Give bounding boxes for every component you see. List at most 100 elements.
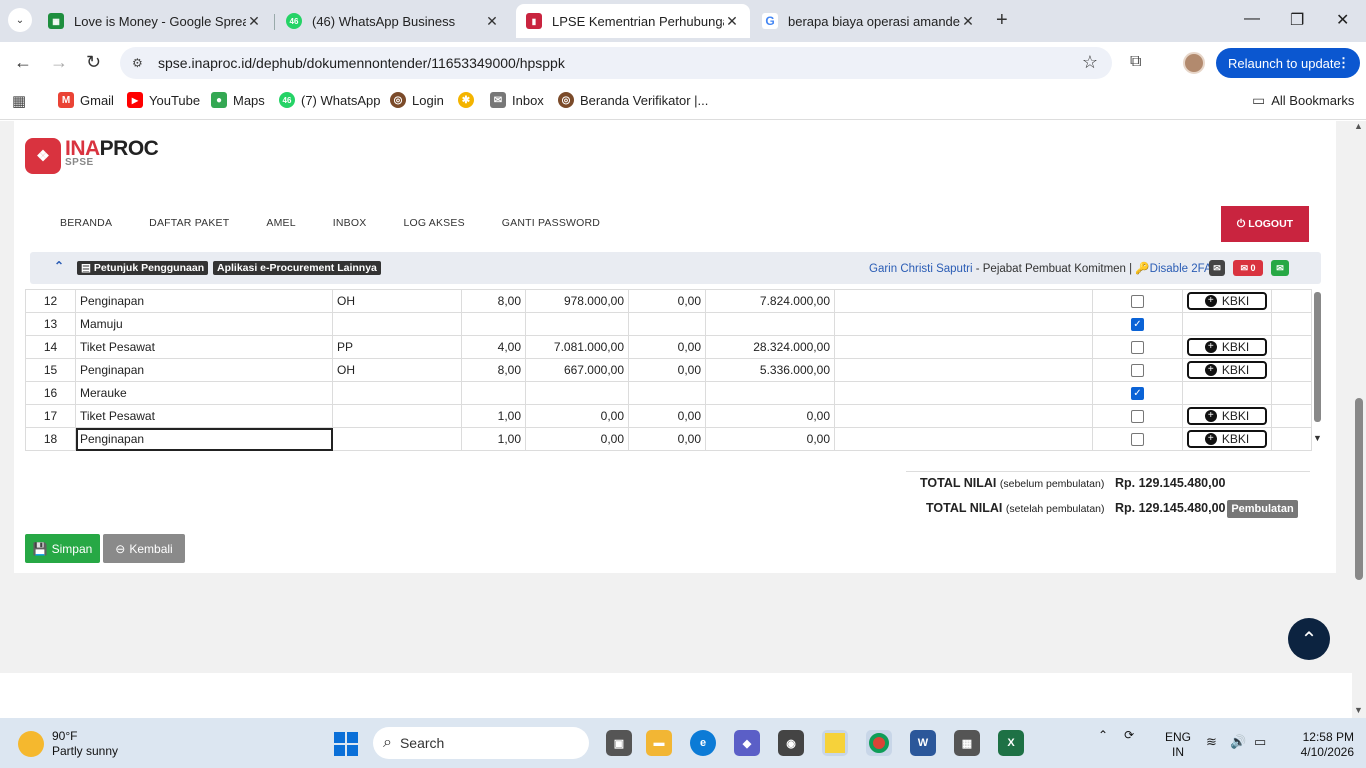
- cell-total[interactable]: 5.336.000,00: [705, 358, 835, 382]
- language-indicator[interactable]: ENG IN: [1165, 730, 1191, 760]
- cell-tax[interactable]: 0,00: [628, 289, 706, 313]
- cell-item[interactable]: Tiket Pesawat: [75, 335, 333, 359]
- task-view-icon[interactable]: ▣: [606, 730, 632, 756]
- cell-vol[interactable]: [461, 381, 526, 405]
- cell-item[interactable]: Merauke: [75, 381, 333, 405]
- sync-icon[interactable]: ⟳: [1124, 728, 1134, 742]
- item-input[interactable]: Penginapan: [75, 427, 333, 451]
- envelope-icon[interactable]: ✉: [1209, 260, 1225, 276]
- cell-vol[interactable]: [461, 312, 526, 336]
- bookmark-youtube[interactable]: ▶ YouTube: [127, 92, 200, 108]
- tab-whatsapp[interactable]: 46 (46) WhatsApp Business ✕: [276, 4, 510, 38]
- kbki-button[interactable]: + KBKI: [1187, 407, 1267, 425]
- menu-beranda[interactable]: BERANDA: [60, 217, 112, 229]
- cell-price[interactable]: [525, 381, 629, 405]
- inaproc-logo[interactable]: ❖ INAPROC SPSE: [25, 138, 159, 174]
- volume-icon[interactable]: 🔊: [1230, 734, 1246, 750]
- bookmark-maps[interactable]: ● Maps: [211, 92, 265, 108]
- taskbar-search[interactable]: ⌕ Search: [373, 727, 589, 759]
- edge-icon[interactable]: e: [690, 730, 716, 756]
- aplikasi-lainnya-link[interactable]: Aplikasi e-Procurement Lainnya: [213, 261, 381, 275]
- disable-2fa-link[interactable]: Disable 2FA: [1150, 263, 1212, 275]
- table-scrollbar[interactable]: ▼: [1313, 289, 1322, 445]
- reload-icon[interactable]: ↻: [86, 52, 101, 73]
- menu-inbox[interactable]: INBOX: [333, 217, 367, 229]
- relaunch-button[interactable]: Relaunch to update ⋮: [1216, 48, 1360, 78]
- kbki-button[interactable]: + KBKI: [1187, 338, 1267, 356]
- clock[interactable]: 12:58 PM 4/10/2026: [1296, 730, 1354, 760]
- cell-price[interactable]: [525, 312, 629, 336]
- page-scrollbar[interactable]: ▲ ▼: [1352, 121, 1366, 718]
- url-text[interactable]: spse.inaproc.id/dephub/dokumennontender/…: [158, 55, 565, 71]
- cell-tax[interactable]: 0,00: [628, 427, 706, 451]
- close-icon[interactable]: ✕: [724, 13, 740, 30]
- restore-icon[interactable]: ❐: [1290, 10, 1304, 30]
- cell-total[interactable]: 28.324.000,00: [705, 335, 835, 359]
- cell-price[interactable]: 667.000,00: [525, 358, 629, 382]
- extensions-icon[interactable]: ⧉: [1130, 53, 1141, 71]
- cell-unit[interactable]: [332, 427, 462, 451]
- tab-google-sheets[interactable]: ▦ Love is Money - Google Spread ✕: [38, 4, 272, 38]
- calculator-icon[interactable]: ▦: [954, 730, 980, 756]
- cell-unit[interactable]: OH: [332, 358, 462, 382]
- bookmark-beranda-verifikator[interactable]: ◎ Beranda Verifikator |...: [558, 92, 708, 108]
- bookmark-login[interactable]: ◎ Login: [390, 92, 444, 108]
- cell-tax[interactable]: [628, 312, 706, 336]
- cell-item[interactable]: Penginapan: [75, 358, 333, 382]
- kbki-button[interactable]: + KBKI: [1187, 361, 1267, 379]
- file-explorer-icon[interactable]: ▬: [646, 730, 672, 756]
- address-bar[interactable]: ⚙ spse.inaproc.id/dephub/dokumennontende…: [120, 47, 1112, 79]
- menu-log-akses[interactable]: LOG AKSES: [403, 217, 464, 229]
- bookmark-gmail[interactable]: M Gmail: [58, 92, 114, 108]
- camera-icon[interactable]: ◉: [778, 730, 804, 756]
- start-windows-icon[interactable]: [334, 732, 358, 756]
- bookmark-inbox[interactable]: ✉ Inbox: [490, 92, 544, 108]
- excel-icon[interactable]: X: [998, 730, 1024, 756]
- apps-grid-icon[interactable]: ▦: [12, 92, 26, 110]
- cell-total[interactable]: [705, 381, 835, 405]
- window-close-icon[interactable]: ✕: [1336, 10, 1349, 30]
- cell-notes[interactable]: [834, 335, 1093, 359]
- row-checkbox[interactable]: [1131, 341, 1144, 355]
- cell-vol[interactable]: 8,00: [461, 289, 526, 313]
- cell-price[interactable]: 978.000,00: [525, 289, 629, 313]
- scroll-to-top-icon[interactable]: ⌃: [1288, 618, 1330, 660]
- logout-button[interactable]: ⏻ LOGOUT: [1221, 206, 1309, 242]
- cell-unit[interactable]: [332, 381, 462, 405]
- row-checkbox[interactable]: [1131, 410, 1144, 424]
- tab-google-search[interactable]: G berapa biaya operasi amandel - ✕: [752, 4, 986, 38]
- cell-notes[interactable]: [834, 404, 1093, 428]
- word-icon[interactable]: W: [910, 730, 936, 756]
- cell-total[interactable]: 0,00: [705, 404, 835, 428]
- close-icon[interactable]: ✕: [484, 13, 500, 30]
- wifi-icon[interactable]: ≋: [1206, 734, 1217, 750]
- row-checkbox[interactable]: ✓: [1131, 387, 1144, 401]
- simpan-button[interactable]: 💾 Simpan: [25, 534, 100, 563]
- new-tab-icon[interactable]: +: [996, 9, 1008, 32]
- weather-widget[interactable]: 90°F Partly sunny: [18, 729, 118, 759]
- cell-price[interactable]: 7.081.000,00: [525, 335, 629, 359]
- menu-amel[interactable]: AMEL: [266, 217, 295, 229]
- petunjuk-penggunaan-link[interactable]: ▤ Petunjuk Penggunaan: [77, 261, 209, 275]
- collapse-chevron-icon[interactable]: ⌃: [54, 259, 64, 273]
- chevron-up-icon[interactable]: ⌃: [1098, 728, 1108, 742]
- cell-price[interactable]: 0,00: [525, 427, 629, 451]
- cell-vol[interactable]: 1,00: [461, 427, 526, 451]
- cell-unit[interactable]: [332, 404, 462, 428]
- cell-tax[interactable]: 0,00: [628, 358, 706, 382]
- menu-daftar-paket[interactable]: DAFTAR PAKET: [149, 217, 229, 229]
- row-checkbox[interactable]: [1131, 295, 1144, 309]
- inbox-count-badge[interactable]: ✉ 0: [1233, 260, 1263, 276]
- chrome-icon[interactable]: [866, 730, 892, 756]
- cell-vol[interactable]: 4,00: [461, 335, 526, 359]
- menu-ganti-password[interactable]: GANTI PASSWORD: [502, 217, 600, 229]
- cell-unit[interactable]: PP: [332, 335, 462, 359]
- kbki-button[interactable]: + KBKI: [1187, 292, 1267, 310]
- all-bookmarks[interactable]: ▭ All Bookmarks: [1252, 92, 1354, 109]
- cell-notes[interactable]: [834, 381, 1093, 405]
- cell-vol[interactable]: 1,00: [461, 404, 526, 428]
- bookmark-pinwheel[interactable]: ✱: [458, 92, 480, 108]
- app-icon[interactable]: ◆: [734, 730, 760, 756]
- cell-tax[interactable]: 0,00: [628, 404, 706, 428]
- cell-item[interactable]: Tiket Pesawat: [75, 404, 333, 428]
